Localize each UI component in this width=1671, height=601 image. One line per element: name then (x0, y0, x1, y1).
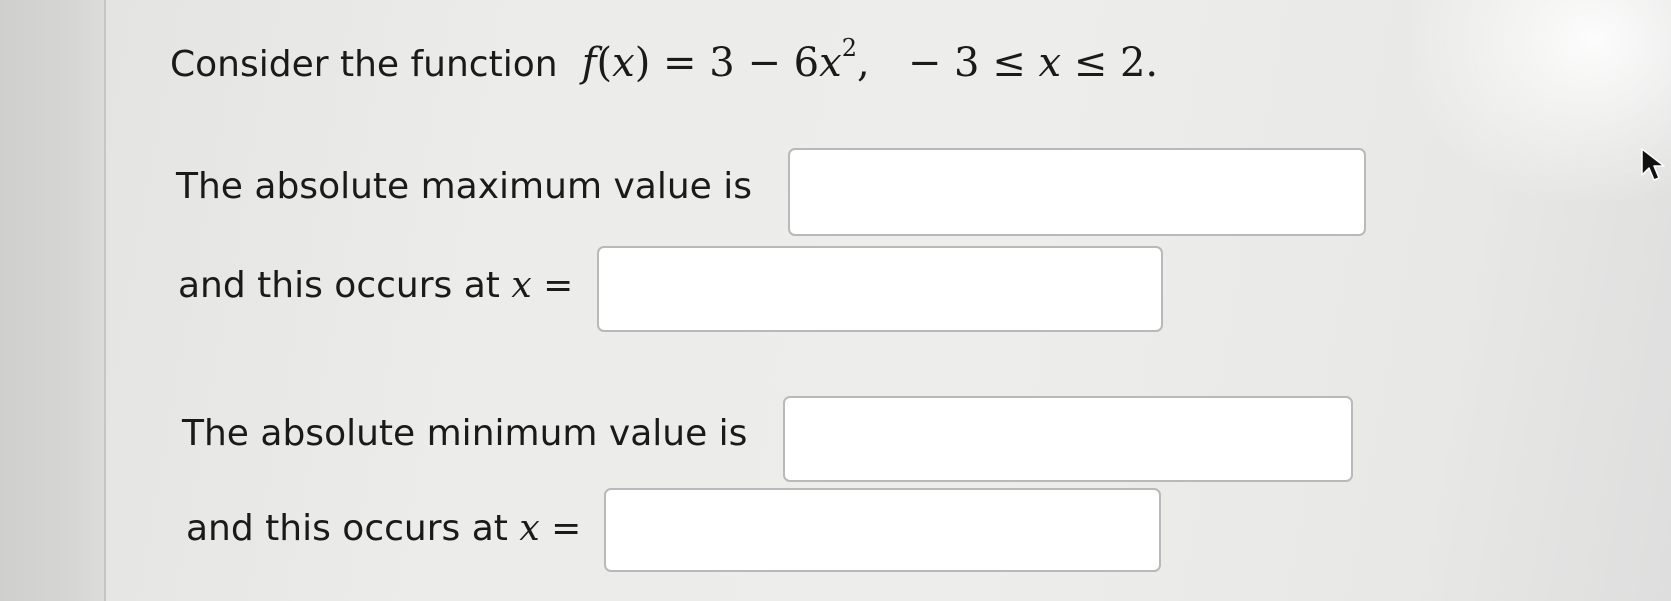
min-location-equals: = (551, 508, 582, 549)
min-value-input[interactable] (783, 396, 1353, 482)
max-location-variable: x (511, 265, 532, 306)
max-location-text: and this occurs at (178, 265, 500, 306)
min-value-label: The absolute minimum value is (182, 413, 748, 454)
max-location-label: and this occurs at x = (178, 265, 573, 306)
min-location-variable: x (519, 508, 540, 549)
expression-constant: 3 − 6 (709, 40, 820, 86)
domain-lower: − 3 ≤ (907, 40, 1026, 86)
mouse-pointer-icon (1641, 148, 1665, 181)
expression-exponent: 2 (841, 34, 857, 62)
max-location-equals: = (543, 265, 574, 306)
question-prefix: Consider the function (170, 44, 558, 85)
function-variable: x (612, 40, 635, 86)
function-expression: f(x) = 3 − 6x2, − 3 ≤ x ≤ 2. (581, 34, 1159, 86)
expression-variable: x (819, 40, 842, 86)
domain-upper: ≤ 2. (1073, 40, 1159, 86)
screen-glare (1411, 0, 1671, 200)
question-statement: Consider the function f(x) = 3 − 6x2, − … (170, 34, 1158, 86)
max-value-input[interactable] (788, 148, 1366, 236)
monitor-bezel-edge (0, 0, 106, 601)
min-location-input[interactable] (604, 488, 1161, 572)
min-location-label: and this occurs at x = (186, 508, 581, 549)
max-location-input[interactable] (597, 246, 1163, 332)
function-name: f (581, 40, 597, 86)
domain-variable: x (1038, 40, 1062, 86)
min-location-text: and this occurs at (186, 508, 508, 549)
max-value-label: The absolute maximum value is (176, 166, 752, 207)
